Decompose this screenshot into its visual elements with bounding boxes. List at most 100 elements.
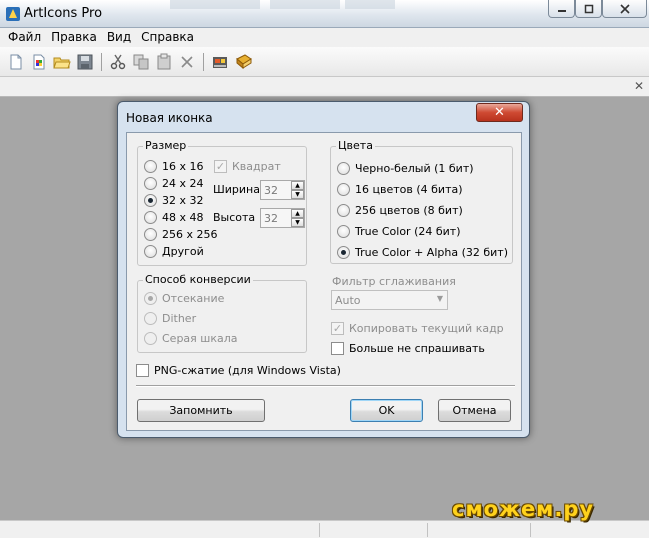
colors-group: Цвета Черно-белый (1 бит) 16 цветов (4 б… xyxy=(330,139,513,264)
delete-icon[interactable] xyxy=(178,53,196,71)
close-document-icon[interactable]: ✕ xyxy=(634,79,644,93)
square-checkbox[interactable]: ✓ xyxy=(214,159,227,173)
film-frames-icon[interactable] xyxy=(211,53,229,71)
maximize-icon xyxy=(584,4,593,13)
menu-bar: Файл Правка Вид Справка xyxy=(0,28,649,47)
spin-up-icon[interactable]: ▲ xyxy=(291,209,304,218)
save-icon[interactable] xyxy=(76,53,94,71)
spin-down-icon[interactable]: ▼ xyxy=(291,190,304,199)
color-option-32bit[interactable]: True Color + Alpha (32 бит) xyxy=(337,244,508,260)
size-option-32[interactable]: 32 x 32 xyxy=(144,192,204,208)
menu-file[interactable]: Файл xyxy=(3,28,46,47)
color-option-1bit[interactable]: Черно-белый (1 бит) xyxy=(337,160,474,176)
radio-button[interactable] xyxy=(337,161,350,175)
square-checkbox-row[interactable]: ✓ Квадрат xyxy=(214,158,281,174)
smoothing-filter-label: Фильтр сглаживания xyxy=(332,275,456,288)
conversion-option-clip[interactable]: Отсекание xyxy=(144,290,224,306)
watermark-logo: сможем.ру xyxy=(452,497,595,521)
width-stepper[interactable]: 32 ▲ ▼ xyxy=(260,180,305,200)
copy-frame-checkbox-row[interactable]: ✓ Копировать текущий кадр xyxy=(331,320,504,336)
new-icon-dialog: Новая иконка ✕ Размер 16 x 16 24 x 24 32… xyxy=(117,101,530,438)
size-option-24[interactable]: 24 x 24 xyxy=(144,175,204,191)
status-divider xyxy=(530,523,531,537)
radio-button[interactable] xyxy=(337,203,350,217)
radio-button[interactable] xyxy=(144,331,157,345)
toolbar xyxy=(0,47,649,77)
conversion-option-dither[interactable]: Dither xyxy=(144,310,196,326)
height-value: 32 xyxy=(264,212,278,225)
document-tab-bar: ✕ xyxy=(0,77,649,97)
color-option-24bit[interactable]: True Color (24 бит) xyxy=(337,223,461,239)
new-file-icon[interactable] xyxy=(7,53,25,71)
width-value: 32 xyxy=(264,184,278,197)
color-option-4bit[interactable]: 16 цветов (4 бита) xyxy=(337,181,463,197)
size-option-custom[interactable]: Другой xyxy=(144,243,204,259)
width-label: Ширина xyxy=(213,183,260,196)
close-button[interactable] xyxy=(602,0,647,18)
color-option-8bit[interactable]: 256 цветов (8 бит) xyxy=(337,202,463,218)
png-compression-checkbox-row[interactable]: PNG-сжатие (для Windows Vista) xyxy=(136,362,341,378)
toolbar-separator xyxy=(203,53,204,71)
copy-frame-checkbox[interactable]: ✓ xyxy=(331,321,344,335)
radio-button-selected[interactable] xyxy=(144,193,157,207)
help-book-icon[interactable] xyxy=(235,53,253,71)
radio-button[interactable] xyxy=(144,176,157,190)
menu-help[interactable]: Справка xyxy=(136,28,199,47)
height-stepper[interactable]: 32 ▲ ▼ xyxy=(260,208,305,228)
radio-button[interactable] xyxy=(144,227,157,241)
spin-down-icon[interactable]: ▼ xyxy=(291,218,304,227)
toolbar-separator xyxy=(101,53,102,71)
dialog-separator xyxy=(136,385,515,387)
png-compression-checkbox[interactable] xyxy=(136,363,149,377)
minimize-icon xyxy=(557,9,566,12)
colors-group-legend: Цвета xyxy=(336,139,375,153)
app-icon xyxy=(6,7,20,21)
width-stepper-buttons: ▲ ▼ xyxy=(291,181,304,199)
window-title: ArtIcons Pro xyxy=(24,6,103,21)
open-folder-icon[interactable] xyxy=(53,53,71,71)
radio-button[interactable] xyxy=(144,210,157,224)
status-divider xyxy=(319,523,320,537)
radio-button[interactable] xyxy=(144,244,157,258)
spin-up-icon[interactable]: ▲ xyxy=(291,181,304,190)
radio-button[interactable] xyxy=(144,311,157,325)
ok-button[interactable]: OK xyxy=(350,399,423,422)
cut-icon[interactable] xyxy=(109,53,127,71)
height-label: Высота xyxy=(213,211,256,224)
title-bar: ArtIcons Pro xyxy=(0,0,649,28)
radio-button[interactable] xyxy=(144,159,157,173)
size-option-16[interactable]: 16 x 16 xyxy=(144,158,204,174)
conversion-option-grayscale[interactable]: Серая шкала xyxy=(144,330,238,346)
cancel-button[interactable]: Отмена xyxy=(438,399,511,422)
chevron-down-icon: ▼ xyxy=(436,294,443,303)
dont-ask-checkbox[interactable] xyxy=(331,341,344,355)
dialog-close-button[interactable]: ✕ xyxy=(476,103,523,122)
radio-button[interactable] xyxy=(337,224,350,238)
size-group: Размер 16 x 16 24 x 24 32 x 32 48 x 48 2… xyxy=(137,139,307,266)
radio-button[interactable] xyxy=(337,182,350,196)
smoothing-filter-value: Auto xyxy=(335,294,361,307)
maximize-button[interactable] xyxy=(575,0,602,18)
size-option-48[interactable]: 48 x 48 xyxy=(144,209,204,225)
copy-icon[interactable] xyxy=(132,53,150,71)
conversion-group-legend: Способ конверсии xyxy=(143,273,253,287)
dialog-client-area: Размер 16 x 16 24 x 24 32 x 32 48 x 48 2… xyxy=(126,132,522,431)
size-option-256[interactable]: 256 x 256 xyxy=(144,226,218,242)
dont-ask-checkbox-row[interactable]: Больше не спрашивать xyxy=(331,340,485,356)
height-stepper-buttons: ▲ ▼ xyxy=(291,209,304,227)
close-icon: ✕ xyxy=(494,105,505,120)
minimize-button[interactable] xyxy=(548,0,575,18)
status-bar xyxy=(0,520,649,538)
remember-button[interactable]: Запомнить xyxy=(137,399,265,422)
new-icon-icon[interactable] xyxy=(30,53,48,71)
smoothing-filter-select[interactable]: Auto ▼ xyxy=(331,290,448,310)
menu-edit[interactable]: Правка xyxy=(46,28,102,47)
conversion-group: Способ конверсии Отсекание Dither Серая … xyxy=(137,273,307,353)
blurred-tab xyxy=(170,0,260,9)
close-icon xyxy=(619,3,630,14)
radio-button-selected[interactable] xyxy=(144,291,157,305)
radio-button-selected[interactable] xyxy=(337,245,350,259)
paste-icon[interactable] xyxy=(155,53,173,71)
menu-view[interactable]: Вид xyxy=(102,28,136,47)
status-divider xyxy=(427,523,428,537)
